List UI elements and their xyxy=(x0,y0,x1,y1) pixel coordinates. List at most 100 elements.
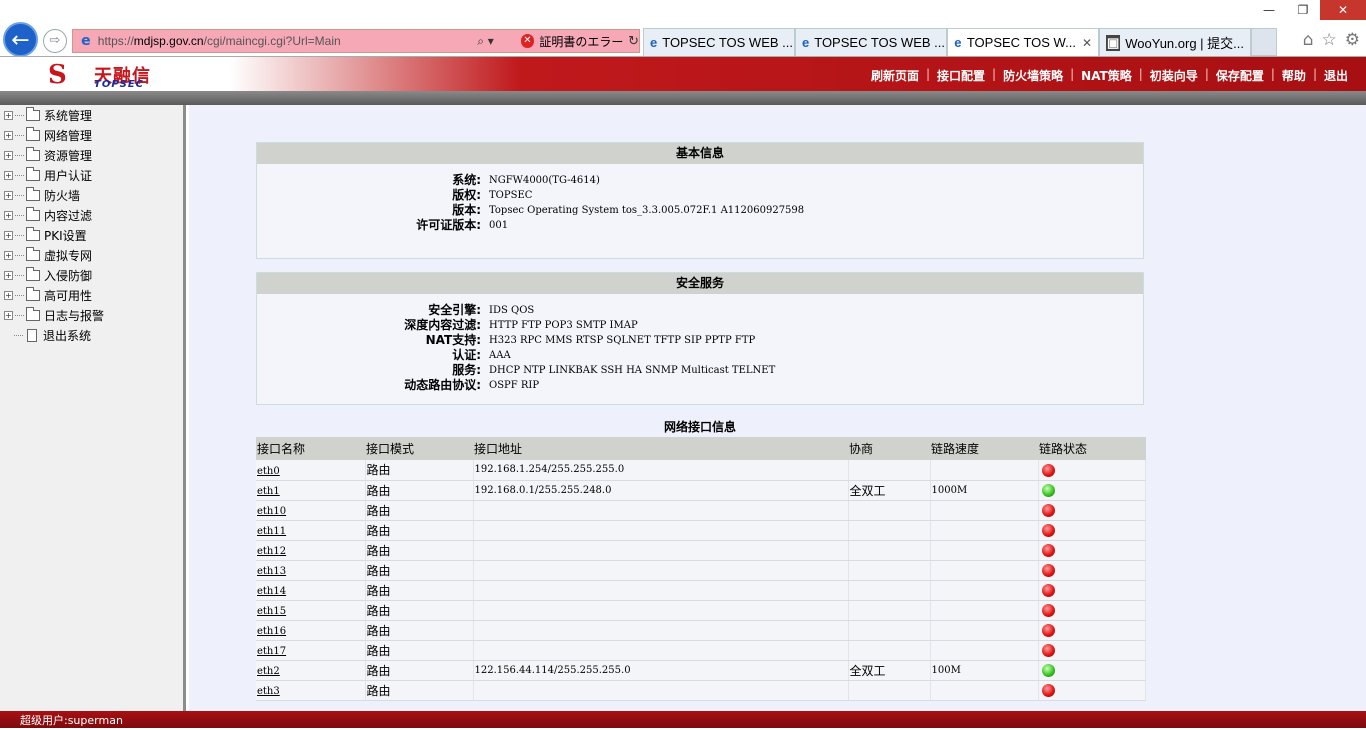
forward-button[interactable]: ⇨ xyxy=(43,29,67,53)
interface-link[interactable]: eth12 xyxy=(257,546,286,557)
cert-error-icon[interactable]: ✕ xyxy=(520,34,535,48)
arrow-left-icon: ← xyxy=(11,28,30,53)
home-icon[interactable]: ⌂ xyxy=(1303,30,1314,50)
expand-plus-icon[interactable]: + xyxy=(4,210,13,220)
menu-nat-policy[interactable]: NAT策略 xyxy=(1081,67,1132,84)
sidebar-item-network-management[interactable]: + 网络管理 xyxy=(0,125,183,145)
close-tab-icon[interactable]: ✕ xyxy=(1082,36,1092,50)
gear-icon[interactable]: ⚙ xyxy=(1345,30,1360,50)
expand-plus-icon[interactable]: + xyxy=(4,250,13,260)
interface-speed-cell xyxy=(930,460,1039,481)
close-icon[interactable]: ✕ xyxy=(1320,0,1366,20)
interface-speed-cell xyxy=(930,500,1039,521)
tab-wooyun[interactable]: ▣ WooYun.org | 提交... xyxy=(1099,28,1251,56)
search-dropdown-icon[interactable]: ⌕ ▾ xyxy=(477,34,520,49)
interface-link[interactable]: eth3 xyxy=(257,686,280,697)
sidebar-item-pki-settings[interactable]: + PKI设置 xyxy=(0,225,183,245)
interface-link[interactable]: eth11 xyxy=(257,526,286,537)
interface-address-cell xyxy=(473,560,849,581)
menu-setup-wizard[interactable]: 初装向导 xyxy=(1150,67,1198,84)
sidebar-item-firewall[interactable]: + 防火墙 xyxy=(0,185,183,205)
expand-plus-icon[interactable]: + xyxy=(4,290,13,300)
expand-plus-icon[interactable]: + xyxy=(4,270,13,280)
tab-topsec-2[interactable]: e TOPSEC TOS WEB ... xyxy=(795,28,947,56)
tree-connector xyxy=(15,314,24,316)
address-url[interactable]: https://mdjsp.gov.cn/cgi/maincgi.cgi?Url… xyxy=(98,34,477,48)
refresh-icon[interactable]: ↻ xyxy=(628,34,639,49)
security-service-key: 深度内容过滤: xyxy=(404,318,481,332)
expand-plus-icon[interactable]: + xyxy=(4,310,13,320)
sidebar-item-label: 防火墙 xyxy=(44,188,81,203)
tab-topsec-1[interactable]: e TOPSEC TOS WEB ... xyxy=(643,28,795,56)
menu-help[interactable]: 帮助 xyxy=(1282,67,1306,84)
sidebar-item-intrusion-prevention[interactable]: + 入侵防御 xyxy=(0,265,183,285)
address-bar[interactable]: e https://mdjsp.gov.cn/cgi/maincgi.cgi?U… xyxy=(72,29,640,53)
sidebar-item-user-auth[interactable]: + 用户认证 xyxy=(0,165,183,185)
interface-link[interactable]: eth17 xyxy=(257,646,286,657)
interface-negotiation-cell xyxy=(848,560,931,581)
security-service-key: 认证: xyxy=(452,348,481,362)
interface-negotiation-cell xyxy=(848,540,931,561)
interface-link[interactable]: eth15 xyxy=(257,606,286,617)
basic-info-panel: 基本信息 系统: NGFW4000(TG-4614) 版权: TOPSEC 版本: Top… xyxy=(256,142,1144,259)
table-row: eth10 路由 xyxy=(256,500,1146,521)
basic-info-key: 许可证版本: xyxy=(416,218,481,232)
interface-link[interactable]: eth14 xyxy=(257,586,286,597)
interface-mode-cell: 路由 xyxy=(365,500,474,521)
interface-mode-cell: 路由 xyxy=(365,480,474,501)
expand-plus-icon[interactable]: + xyxy=(4,110,13,120)
ie-page-icon: e xyxy=(802,34,810,50)
interface-link[interactable]: eth10 xyxy=(257,506,286,517)
interface-link[interactable]: eth2 xyxy=(257,666,280,677)
interface-link[interactable]: eth16 xyxy=(257,626,286,637)
sidebar-item-vpn[interactable]: + 虚拟专网 xyxy=(0,245,183,265)
link-down-icon xyxy=(1041,504,1055,517)
menu-save-config[interactable]: 保存配置 xyxy=(1216,67,1264,84)
sidebar-item-high-availability[interactable]: + 高可用性 xyxy=(0,285,183,305)
sidebar-item-label: 资源管理 xyxy=(44,148,93,163)
col-header: 接口地址 xyxy=(473,437,848,460)
menu-refresh[interactable]: 刷新页面 xyxy=(871,67,919,84)
minimize-icon[interactable]: — xyxy=(1252,0,1286,20)
sidebar-item-label: 内容过滤 xyxy=(44,208,93,223)
sidebar-item-resource-management[interactable]: + 资源管理 xyxy=(0,145,183,165)
folder-icon xyxy=(26,266,40,281)
link-down-icon xyxy=(1041,544,1055,557)
link-down-icon xyxy=(1041,644,1055,657)
sidebar-item-label: 入侵防御 xyxy=(44,268,93,283)
interface-link[interactable]: eth0 xyxy=(257,466,280,477)
interface-name-cell: eth15 xyxy=(256,600,366,621)
menu-logout[interactable]: 退出 xyxy=(1324,67,1348,84)
favorites-star-icon[interactable]: ☆ xyxy=(1322,30,1337,50)
expand-plus-icon[interactable]: + xyxy=(4,230,13,240)
basic-info-row: 版权: TOPSEC xyxy=(257,188,1143,203)
menu-interface-config[interactable]: 接口配置 xyxy=(937,67,985,84)
sidebar-item-label: 系统管理 xyxy=(44,108,93,123)
folder-icon xyxy=(26,306,40,321)
sidebar-item-log-alarm[interactable]: + 日志与报警 xyxy=(0,305,183,325)
sidebar-item-exit-system[interactable]: 退出系统 xyxy=(0,325,183,345)
expand-plus-icon[interactable]: + xyxy=(4,130,13,140)
interface-link[interactable]: eth13 xyxy=(257,566,286,577)
menu-firewall-policy[interactable]: 防火墙策略 xyxy=(1003,67,1063,84)
expand-plus-icon[interactable]: + xyxy=(4,150,13,160)
sidebar-item-content-filter[interactable]: + 内容过滤 xyxy=(0,205,183,225)
folder-icon xyxy=(26,126,40,141)
tab-topsec-3[interactable]: e TOPSEC TOS W... ✕ xyxy=(947,28,1099,56)
cert-error-label[interactable]: 証明書のエラー xyxy=(539,33,628,50)
interface-mode-cell: 路由 xyxy=(365,660,474,681)
tree-connector xyxy=(15,234,24,236)
restore-icon[interactable]: ❐ xyxy=(1286,0,1320,20)
folder-icon xyxy=(26,106,40,121)
expand-plus-icon[interactable]: + xyxy=(4,190,13,200)
interface-link[interactable]: eth1 xyxy=(257,486,280,497)
back-button[interactable]: ← xyxy=(3,22,38,57)
status-bar: 超级用户:superman xyxy=(0,711,1366,728)
expand-plus-icon[interactable]: + xyxy=(4,170,13,180)
interface-status-cell xyxy=(1038,580,1146,601)
interface-status-cell xyxy=(1038,520,1146,541)
new-tab-button[interactable] xyxy=(1251,28,1277,56)
security-service-value: HTTP FTP POP3 SMTP IMAP xyxy=(489,320,638,331)
browser-tools: ⌂ ☆ ⚙ xyxy=(1303,30,1360,50)
sidebar-item-system-management[interactable]: + 系统管理 xyxy=(0,105,183,125)
